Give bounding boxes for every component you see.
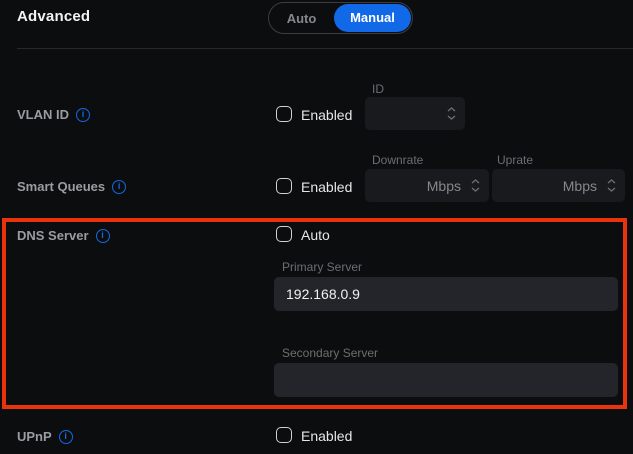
info-icon[interactable]: i bbox=[76, 107, 90, 122]
page-title: Advanced bbox=[17, 8, 91, 25]
primary-server-field-label: Primary Server bbox=[282, 260, 363, 274]
uprate-input[interactable]: Mbps bbox=[492, 169, 625, 202]
smart-queues-enabled-checkbox[interactable] bbox=[276, 178, 292, 194]
stepper-icon[interactable] bbox=[445, 107, 457, 120]
vlan-id-label-text: VLAN ID bbox=[17, 107, 69, 122]
dns-server-label: DNS Server i bbox=[17, 227, 110, 244]
downrate-input[interactable]: Mbps bbox=[365, 169, 489, 202]
toggle-option-auto[interactable]: Auto bbox=[269, 11, 334, 26]
advanced-settings-panel: Advanced Auto Manual VLAN ID i Enabled I… bbox=[0, 0, 633, 454]
info-icon[interactable]: i bbox=[112, 179, 127, 194]
dns-auto-checkbox[interactable] bbox=[276, 226, 292, 242]
section-divider bbox=[17, 48, 633, 49]
vlan-id-label: VLAN ID i bbox=[17, 106, 90, 123]
stepper-icon[interactable] bbox=[605, 179, 617, 192]
downrate-unit: Mbps bbox=[426, 177, 461, 194]
vlan-id-input[interactable] bbox=[365, 97, 465, 130]
dns-server-label-text: DNS Server bbox=[17, 228, 89, 243]
upnp-enabled-label: Enabled bbox=[301, 428, 353, 444]
stepper-icon[interactable] bbox=[469, 179, 481, 192]
secondary-server-field-label: Secondary Server bbox=[282, 346, 379, 360]
upnp-enabled-checkbox[interactable] bbox=[276, 427, 292, 443]
primary-server-input[interactable] bbox=[274, 277, 618, 311]
info-icon[interactable]: i bbox=[95, 228, 110, 243]
uprate-unit: Mbps bbox=[562, 177, 597, 194]
secondary-server-input[interactable] bbox=[274, 363, 618, 397]
smart-queues-label-text: Smart Queues bbox=[17, 179, 106, 194]
vlan-enabled-label: Enabled bbox=[301, 107, 353, 123]
info-icon[interactable]: i bbox=[58, 429, 73, 444]
smart-queues-label: Smart Queues i bbox=[17, 178, 127, 195]
upnp-label: UPnP i bbox=[17, 428, 73, 445]
toggle-option-manual[interactable]: Manual bbox=[334, 4, 411, 32]
downrate-field-label: Downrate bbox=[372, 153, 424, 167]
smart-queues-enabled-label: Enabled bbox=[301, 179, 353, 195]
auto-manual-toggle[interactable]: Auto Manual bbox=[268, 2, 413, 34]
vlan-enabled-checkbox[interactable] bbox=[276, 106, 292, 122]
upnp-label-text: UPnP bbox=[17, 429, 52, 444]
uprate-field-label: Uprate bbox=[497, 153, 534, 167]
dns-auto-label: Auto bbox=[301, 227, 330, 243]
vlan-id-field-label: ID bbox=[372, 82, 384, 96]
